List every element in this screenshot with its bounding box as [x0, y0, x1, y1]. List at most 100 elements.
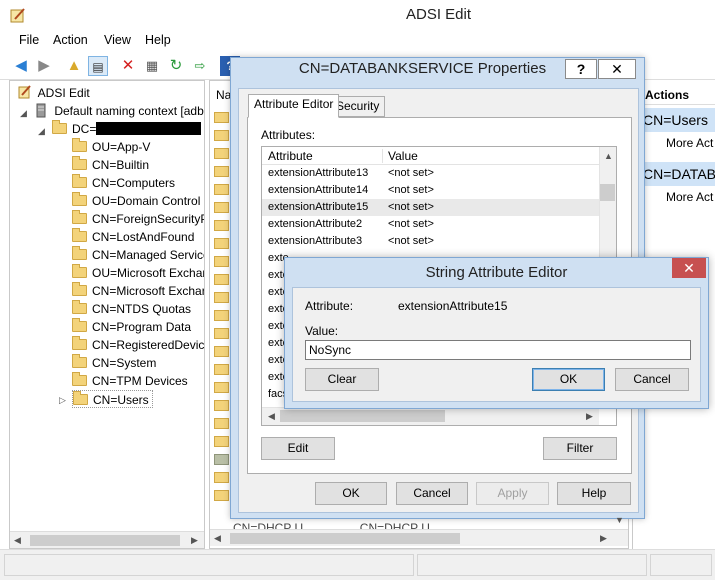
tree-item[interactable]: CN=Program Data: [72, 318, 191, 336]
attribute-row[interactable]: extensionAttribute13 <not set>: [262, 165, 599, 182]
column-separator[interactable]: [382, 149, 383, 163]
tree-item[interactable]: CN=Managed Service: [72, 246, 205, 264]
string-attribute-editor-title: String Attribute Editor: [425, 264, 568, 281]
tree-pane[interactable]: ADSI Edit ◢ Default naming context [adb …: [9, 80, 205, 549]
column-header-value[interactable]: Value: [388, 149, 418, 163]
show-hide-tree-icon[interactable]: ▤: [88, 56, 108, 76]
value-input[interactable]: [305, 340, 691, 360]
column-header-attribute[interactable]: Attribute: [268, 149, 313, 163]
close-icon[interactable]: ✕: [672, 258, 706, 278]
export-icon[interactable]: ⇨: [190, 56, 210, 76]
ok-button[interactable]: OK: [532, 368, 605, 391]
menu-action[interactable]: Action: [53, 33, 88, 47]
attribute-row[interactable]: extensionAttribute14 <not set>: [262, 182, 599, 199]
tree-item[interactable]: CN=ForeignSecurityP: [72, 210, 204, 228]
scroll-right-icon[interactable]: ▶: [596, 533, 611, 544]
list-horizontal-scrollbar[interactable]: ◀ ▶: [210, 529, 628, 546]
tree-item[interactable]: CN=TPM Devices: [72, 372, 188, 390]
folder-icon: [214, 238, 229, 249]
folder-icon: [214, 202, 229, 213]
properties-icon[interactable]: ▦: [142, 56, 162, 76]
back-icon[interactable]: ◀: [11, 56, 31, 76]
collapsed-arrow-icon[interactable]: ▷: [59, 395, 66, 406]
actions-section-databank[interactable]: CN=DATAB: [633, 162, 715, 186]
tab-attribute-editor[interactable]: Attribute Editor: [248, 94, 340, 118]
tree-item-label: CN=Builtin: [92, 158, 150, 172]
tree-item[interactable]: CN=RegisteredDevice: [72, 336, 204, 354]
up-folder-icon[interactable]: ▲: [64, 56, 84, 76]
value-label: Value:: [305, 324, 339, 338]
menu-help[interactable]: Help: [145, 33, 171, 47]
tree-context[interactable]: Default naming context [adb: [36, 102, 204, 120]
help-caption-button[interactable]: ?: [565, 59, 597, 79]
tree-item[interactable]: CN=NTDS Quotas: [72, 300, 191, 318]
menu-view[interactable]: View: [104, 33, 131, 47]
folder-icon: [214, 490, 229, 501]
folder-icon: [214, 112, 229, 123]
properties-dialog-title: CN=DATABANKSERVICE Properties: [298, 60, 547, 77]
apply-button[interactable]: Apply: [476, 482, 549, 505]
scroll-left-icon[interactable]: ◀: [264, 411, 279, 422]
tree-item-label: CN=System: [92, 356, 157, 370]
folder-icon: [214, 436, 229, 447]
help-button[interactable]: Help: [557, 482, 631, 505]
refresh-icon[interactable]: ↻: [166, 56, 186, 76]
expand-arrow-icon[interactable]: ◢: [38, 126, 45, 137]
folder-icon: [72, 246, 87, 260]
delete-icon[interactable]: ✕: [118, 56, 138, 76]
scroll-thumb[interactable]: [600, 184, 615, 201]
tree-item-selected[interactable]: CN=Users: [72, 390, 153, 408]
attribute-value: <not set>: [388, 218, 434, 230]
scroll-up-icon[interactable]: ▲: [601, 151, 616, 161]
scroll-thumb[interactable]: [230, 533, 460, 544]
tree-item[interactable]: OU=Domain Control: [72, 192, 200, 210]
tree-root-label: ADSI Edit: [37, 86, 90, 100]
scroll-left-icon[interactable]: ◀: [210, 533, 225, 544]
cancel-button[interactable]: Cancel: [615, 368, 689, 391]
filter-button[interactable]: Filter: [543, 437, 617, 460]
attribute-row-selected[interactable]: extensionAttribute15 <not set>: [262, 199, 599, 216]
folder-icon: [214, 148, 229, 159]
clear-button[interactable]: Clear: [305, 368, 379, 391]
ok-button[interactable]: OK: [315, 482, 387, 505]
scroll-thumb[interactable]: [280, 410, 445, 422]
folder-icon: [72, 210, 87, 224]
tree-item[interactable]: CN=LostAndFound: [72, 228, 194, 246]
tree-item[interactable]: CN=System: [72, 354, 156, 372]
scroll-thumb[interactable]: [30, 535, 180, 546]
tree-item[interactable]: OU=Microsoft Exchar: [72, 264, 204, 282]
scroll-left-icon[interactable]: ◀: [10, 535, 25, 546]
scroll-down-icon[interactable]: ▼: [615, 515, 624, 525]
folder-icon: [214, 274, 229, 285]
cancel-button[interactable]: Cancel: [396, 482, 468, 505]
status-bar: [0, 549, 715, 580]
folder-icon: [214, 292, 229, 303]
tree-root[interactable]: ADSI Edit: [18, 84, 90, 102]
tree-item-label: CN=Managed Service: [92, 248, 205, 262]
menu-file[interactable]: File: [19, 33, 39, 47]
tree-horizontal-scrollbar[interactable]: ◀ ▶: [10, 531, 204, 548]
tree-item[interactable]: CN=Microsoft Exchar: [72, 282, 204, 300]
tree-item-label: CN=NTDS Quotas: [92, 302, 192, 316]
attribute-row[interactable]: extensionAttribute3 <not set>: [262, 233, 599, 250]
folder-icon: [72, 174, 87, 188]
attribute-row[interactable]: extensionAttribute2 <not set>: [262, 216, 599, 233]
more-actions-link[interactable]: More Act: [666, 190, 713, 204]
folder-icon: [72, 282, 87, 296]
expand-arrow-icon[interactable]: ◢: [20, 108, 27, 119]
attribute-value: <not set>: [388, 201, 434, 213]
edit-button[interactable]: Edit: [261, 437, 335, 460]
actions-section-users[interactable]: CN=Users: [633, 108, 715, 132]
tree-item[interactable]: CN=Builtin: [72, 156, 149, 174]
folder-icon: [214, 364, 229, 375]
folder-icon: [72, 318, 87, 332]
scroll-right-icon[interactable]: ▶: [582, 411, 597, 422]
forward-icon[interactable]: ▶: [34, 56, 54, 76]
folder-icon: [214, 472, 229, 483]
close-caption-button[interactable]: ✕: [598, 59, 636, 79]
tree-item[interactable]: CN=Computers: [72, 174, 175, 192]
tree-dc[interactable]: DC=: [52, 120, 202, 138]
tree-item[interactable]: OU=App-V: [72, 138, 150, 156]
scroll-right-icon[interactable]: ▶: [187, 535, 202, 546]
more-actions-link[interactable]: More Act: [666, 136, 713, 150]
